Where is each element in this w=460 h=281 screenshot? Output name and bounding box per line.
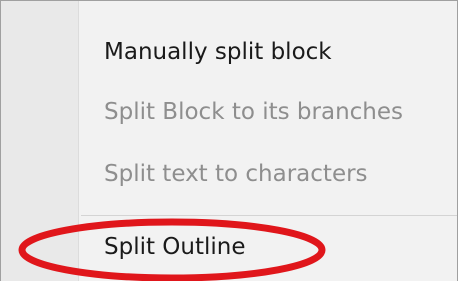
menu-item-manually-split-block[interactable]: Manually split block — [104, 37, 332, 67]
menu-separator — [81, 215, 457, 216]
menu-item-split-text-to-characters: Split text to characters — [104, 161, 368, 187]
menu-item-split-outline[interactable]: Split Outline — [104, 232, 246, 262]
context-menu: Manually split block Split Block to its … — [0, 0, 458, 281]
menu-icon-gutter — [1, 1, 79, 281]
menu-item-split-block-to-branches: Split Block to its branches — [104, 99, 404, 125]
